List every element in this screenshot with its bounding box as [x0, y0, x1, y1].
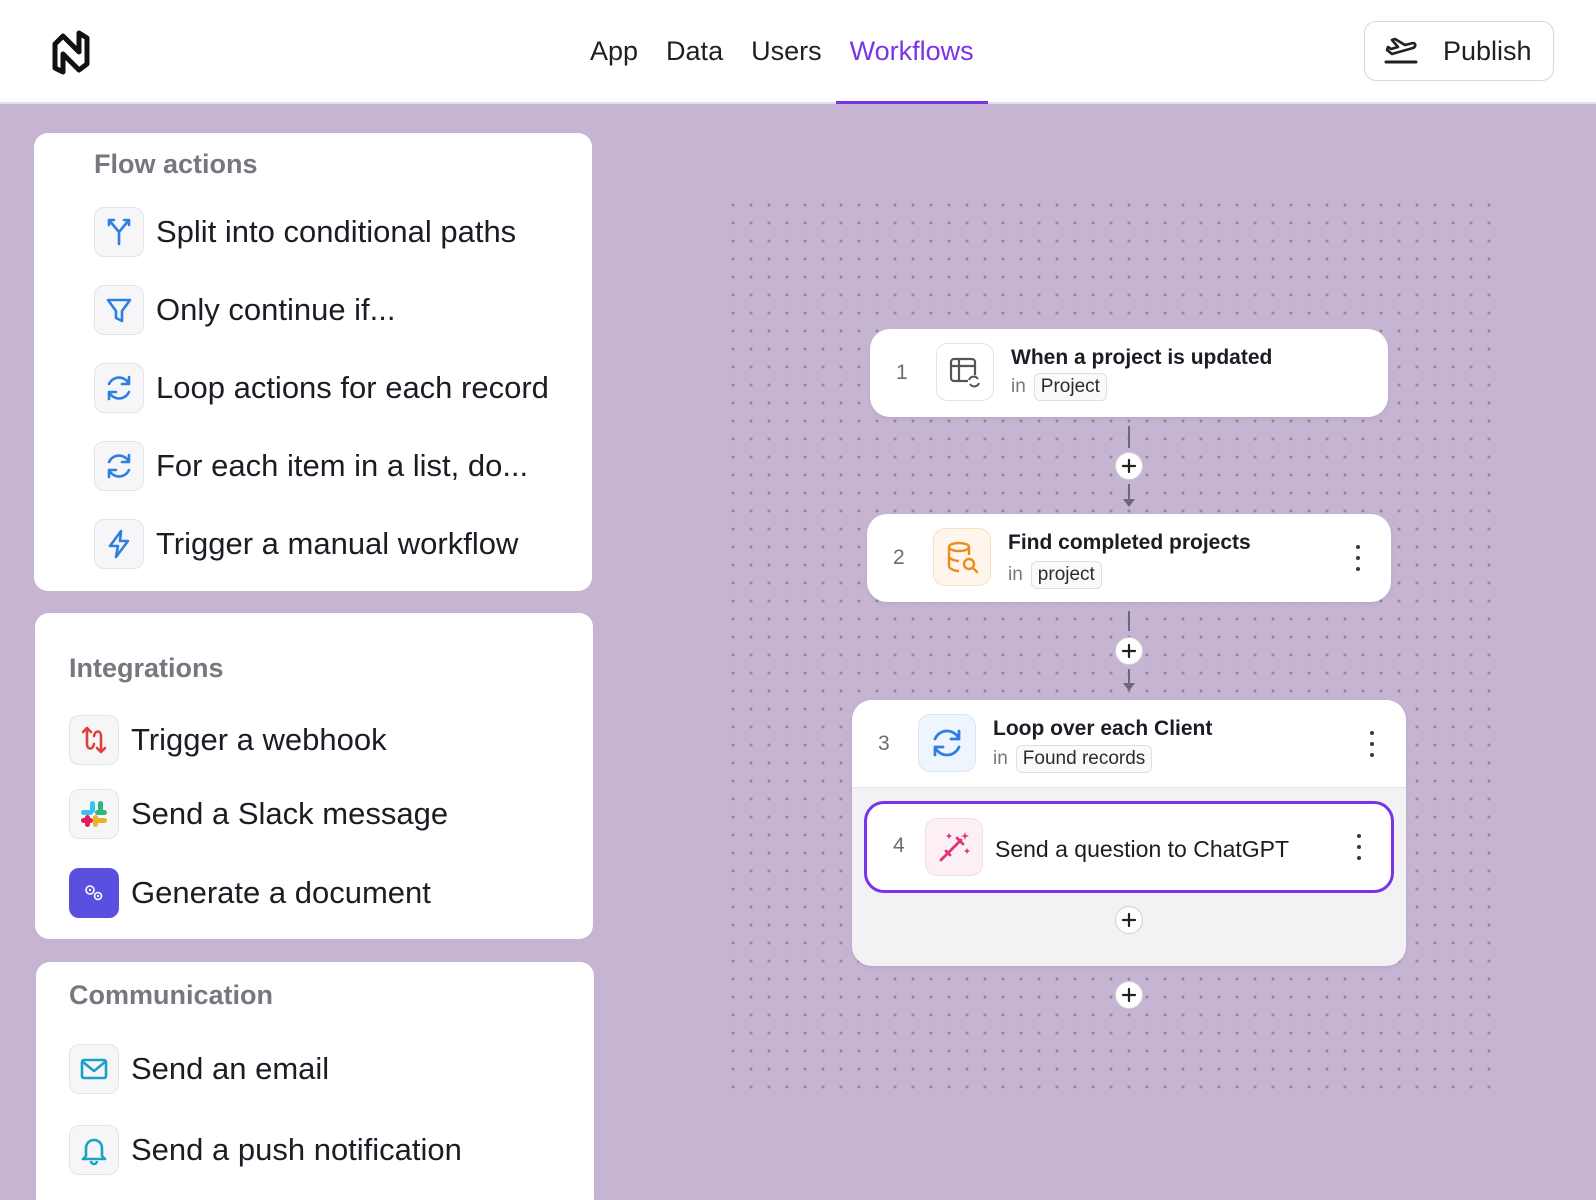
document-icon: [69, 868, 119, 918]
magic-wand-icon: [925, 818, 983, 876]
step-subtitle: in Found records: [993, 745, 1153, 773]
action-only-continue[interactable]: Only continue if...: [94, 283, 396, 337]
in-label: in: [1011, 376, 1026, 397]
integration-document[interactable]: Generate a document: [69, 866, 431, 920]
bell-icon: [69, 1125, 119, 1175]
step-title: Find completed projects: [1008, 531, 1251, 554]
action-for-each-item[interactable]: For each item in a list, do...: [94, 439, 528, 493]
lightning-icon: [94, 519, 144, 569]
source-chip[interactable]: project: [1030, 561, 1102, 589]
loop-header[interactable]: 3 Loop over each Client in Found records: [852, 700, 1406, 788]
webhook-icon: [69, 715, 119, 765]
step-menu-icon[interactable]: [1362, 727, 1382, 761]
top-bar: App Data Users Workflows Publish: [0, 0, 1596, 104]
slack-icon: [69, 789, 119, 839]
nav-tab-users[interactable]: Users: [751, 0, 822, 104]
step-number: 2: [893, 546, 905, 569]
action-label: For each item in a list, do...: [156, 448, 529, 483]
main-nav: App Data Users Workflows: [590, 0, 1002, 104]
add-step-in-loop-button[interactable]: [1115, 906, 1143, 934]
action-label: Trigger a manual workflow: [156, 526, 519, 561]
communication-title: Communication: [69, 980, 274, 1010]
step-title: Send a question to ChatGPT: [995, 836, 1290, 862]
publish-button[interactable]: Publish: [1364, 21, 1554, 81]
add-step-button[interactable]: [1115, 637, 1143, 665]
integration-label: Send a Slack message: [131, 796, 449, 831]
step-number: 1: [896, 361, 908, 384]
app-logo-icon[interactable]: [50, 28, 92, 76]
nav-tab-app[interactable]: App: [590, 0, 638, 104]
integration-slack[interactable]: Send a Slack message: [69, 787, 448, 841]
communication-panel: Communication Send an email Send a push …: [36, 962, 594, 1200]
integrations-panel: Integrations Trigger a webhook Send a Sl…: [35, 613, 593, 939]
step-subtitle: in project: [1008, 561, 1102, 589]
publish-label: Publish: [1443, 35, 1532, 66]
plus-icon: [1121, 987, 1137, 1003]
step-menu-icon[interactable]: [1348, 541, 1368, 575]
plus-icon: [1121, 458, 1137, 474]
loop-icon: [94, 441, 144, 491]
action-split-paths[interactable]: Split into conditional paths: [94, 205, 516, 259]
step-subtitle: in Project: [1011, 373, 1107, 401]
nav-tab-data[interactable]: Data: [666, 0, 723, 104]
add-step-button[interactable]: [1115, 981, 1143, 1009]
plus-icon: [1121, 643, 1137, 659]
in-label: in: [1008, 564, 1023, 585]
database-search-icon: [933, 528, 991, 586]
integrations-title: Integrations: [69, 653, 224, 683]
action-label: Only continue if...: [156, 292, 396, 327]
source-chip[interactable]: Project: [1033, 373, 1107, 401]
table-refresh-icon: [936, 343, 994, 401]
split-icon: [94, 207, 144, 257]
connector-line: [1128, 484, 1130, 500]
integration-webhook[interactable]: Trigger a webhook: [69, 713, 387, 767]
loop-icon: [918, 714, 976, 772]
mail-icon: [69, 1044, 119, 1094]
loop-icon: [94, 363, 144, 413]
step-number: 3: [878, 732, 890, 755]
step-title: Loop over each Client: [993, 717, 1213, 740]
action-manual-trigger[interactable]: Trigger a manual workflow: [94, 517, 518, 571]
arrow-down-icon: [1123, 499, 1135, 507]
communication-email[interactable]: Send an email: [69, 1042, 329, 1096]
flow-actions-panel: Flow actions Split into conditional path…: [34, 133, 592, 591]
workflow-step-2[interactable]: 2 Find completed projects in project: [867, 514, 1391, 602]
step-menu-icon[interactable]: [1349, 830, 1369, 864]
plus-icon: [1121, 912, 1137, 928]
connector-line: [1128, 611, 1130, 631]
integration-label: Trigger a webhook: [131, 722, 387, 757]
filter-icon: [94, 285, 144, 335]
source-chip[interactable]: Found records: [1015, 745, 1153, 773]
communication-label: Send a push notification: [131, 1132, 462, 1167]
workflow-step-4[interactable]: 4 Send a question to ChatGPT: [864, 801, 1394, 893]
connector-line: [1128, 669, 1130, 684]
step-number: 4: [893, 834, 905, 857]
communication-push[interactable]: Send a push notification: [69, 1123, 462, 1177]
loop-container[interactable]: 3 Loop over each Client in Found records…: [852, 700, 1406, 966]
in-label: in: [993, 748, 1008, 769]
action-loop-records[interactable]: Loop actions for each record: [94, 361, 549, 415]
step-title: When a project is updated: [1011, 346, 1273, 369]
communication-label: Send an email: [131, 1051, 330, 1086]
integration-label: Generate a document: [131, 875, 431, 910]
connector-line: [1128, 426, 1130, 448]
action-label: Split into conditional paths: [156, 214, 517, 249]
add-step-button[interactable]: [1115, 452, 1143, 480]
workflow-step-1[interactable]: 1 When a project is updated in Project: [870, 329, 1388, 417]
flow-actions-title: Flow actions: [94, 149, 258, 179]
plane-takeoff-icon: [1384, 37, 1418, 64]
nav-tab-workflows[interactable]: Workflows: [835, 0, 988, 104]
action-label: Loop actions for each record: [156, 370, 549, 405]
arrow-down-icon: [1123, 683, 1135, 691]
